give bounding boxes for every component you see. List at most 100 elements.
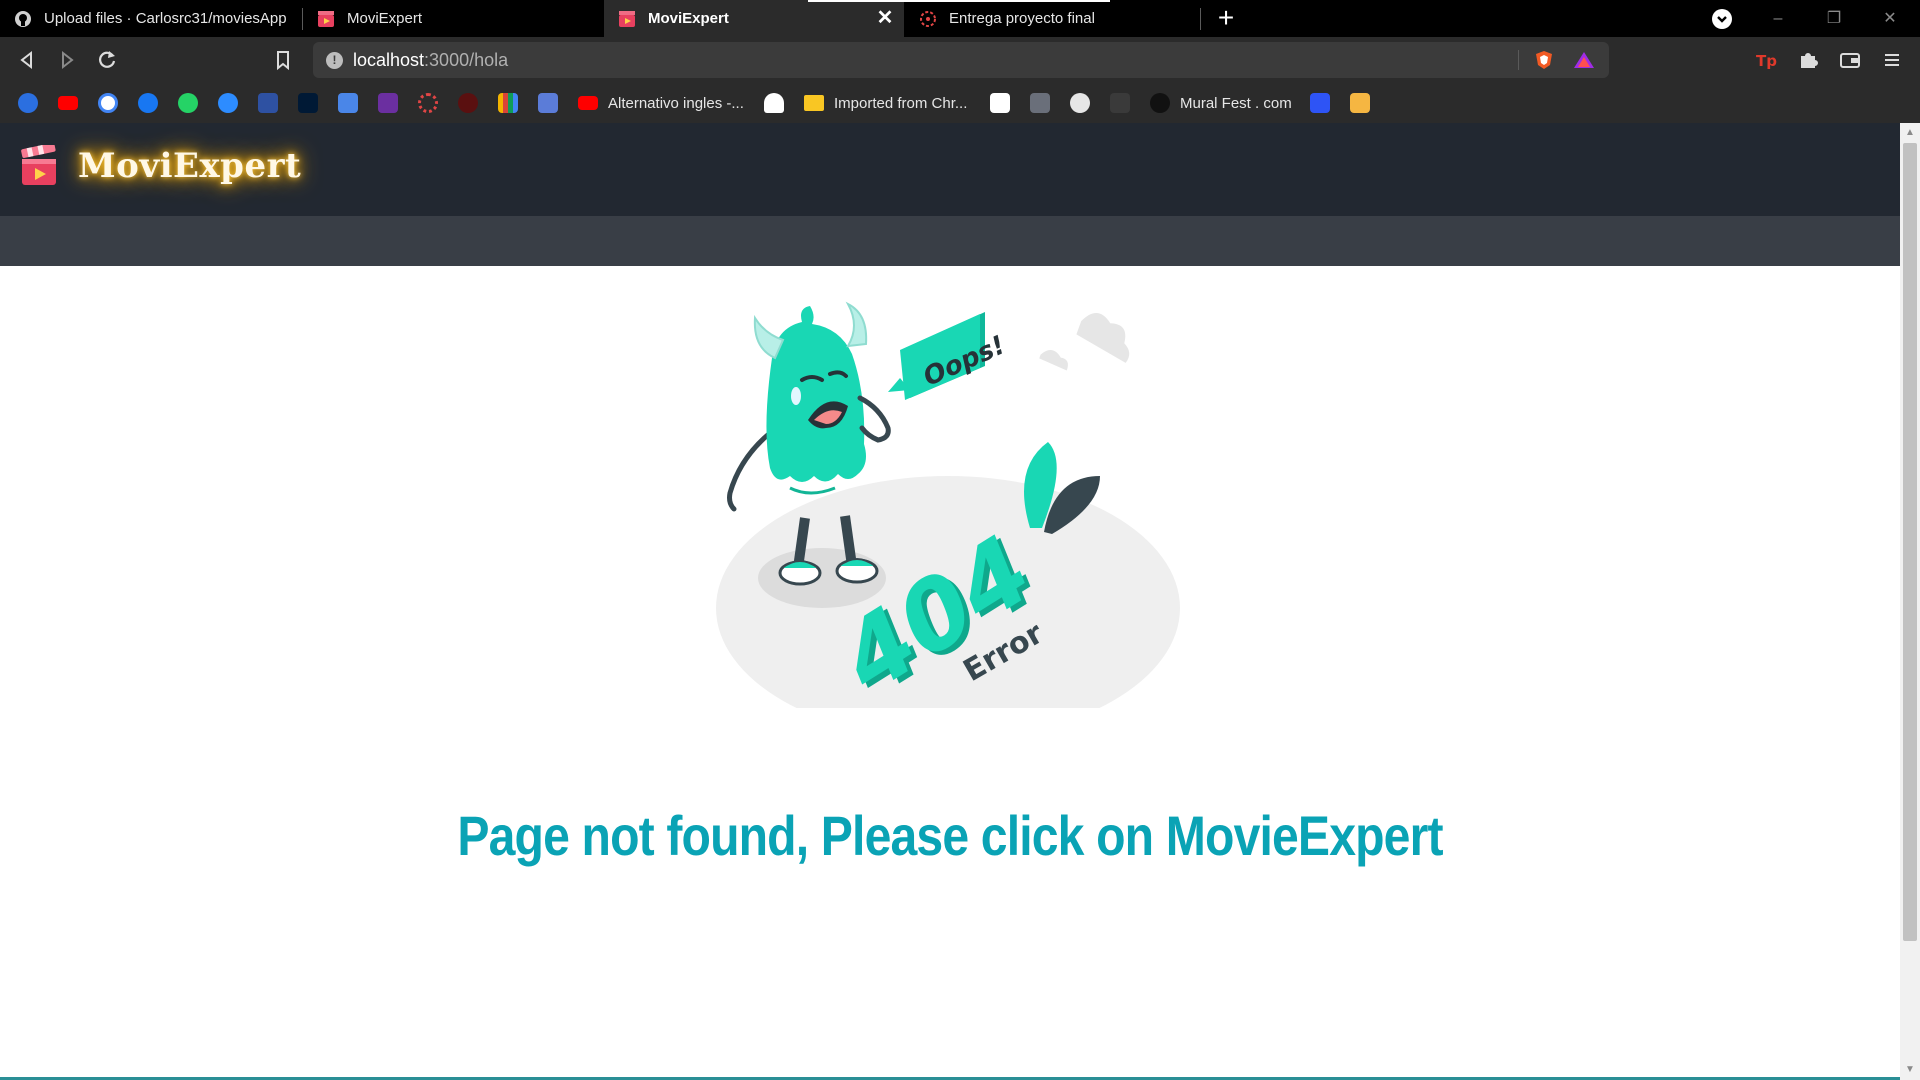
tab-title: MoviExpert <box>648 10 729 27</box>
error-404-illustration: Oops! 404 404 Error <box>716 301 1180 708</box>
bookmark-item[interactable] <box>538 91 558 115</box>
bookmark-label: Imported from Chr... <box>834 94 968 112</box>
bookmark-icon[interactable] <box>270 47 296 73</box>
tab-moviexpert-active[interactable]: MoviExpert ✕ <box>604 0 1110 37</box>
bookmark-item[interactable] <box>498 91 518 115</box>
scroll-thumb[interactable] <box>1903 143 1917 941</box>
brand-link[interactable]: MoviExpert <box>20 145 301 187</box>
bookmark-item[interactable] <box>378 91 398 115</box>
bookmark-item[interactable] <box>138 91 158 115</box>
omnibox-divider <box>1518 50 1519 70</box>
platzi-icon <box>418 93 438 113</box>
bookmark-item[interactable] <box>58 91 78 115</box>
bookmark-item[interactable] <box>764 91 784 115</box>
wallet-icon[interactable] <box>1837 47 1863 73</box>
tab-github[interactable]: Upload files · Carlosrc31/moviesApp <box>0 0 302 37</box>
tab-title: Entrega proyecto final <box>949 10 1095 27</box>
translate-icon <box>338 93 358 113</box>
anime-site-icon <box>378 93 398 113</box>
tab-search-icon[interactable] <box>1712 9 1732 29</box>
google-icon <box>98 93 118 113</box>
reload-icon[interactable] <box>94 47 120 73</box>
tab-title: MoviExpert <box>347 10 423 27</box>
art-icon <box>1030 93 1050 113</box>
extensions-puzzle-icon[interactable] <box>1795 47 1821 73</box>
globe-icon <box>1070 93 1090 113</box>
cat-icon <box>764 93 784 113</box>
myanimelist-icon <box>258 93 278 113</box>
bookmark-item[interactable] <box>458 91 478 115</box>
bookmark-item[interactable] <box>1030 91 1050 115</box>
forward-icon[interactable] <box>54 47 80 73</box>
bookmark-item[interactable] <box>338 91 358 115</box>
red-site-icon <box>458 93 478 113</box>
moviexpert-favicon <box>619 10 635 27</box>
bookmark-item[interactable] <box>418 91 438 115</box>
url-host: localhost <box>353 50 425 70</box>
new-tab-button[interactable]: + <box>1212 4 1240 33</box>
moviexpert-favicon <box>318 10 334 27</box>
brand-name: MoviExpert <box>78 146 302 186</box>
bookmark-item[interactable] <box>1310 91 1330 115</box>
restore-button[interactable]: ❐ <box>1814 5 1854 33</box>
mural-fest-icon <box>1150 93 1170 113</box>
bookmark-item[interactable] <box>98 91 118 115</box>
tab-close-button[interactable]: ✕ <box>874 7 896 29</box>
messenger-icon <box>218 93 238 113</box>
svg-text:Tp: Tp <box>1756 52 1777 70</box>
youtube-icon <box>578 96 598 110</box>
bookmark-item[interactable] <box>18 91 38 115</box>
page-scrollbar[interactable]: ▲ ▼ <box>1900 123 1920 1080</box>
minimize-button[interactable]: – <box>1758 5 1798 33</box>
cloud-icon <box>1039 313 1130 371</box>
bookmark-mural-fest[interactable]: Mural Fest . com <box>1150 91 1292 115</box>
tp-extension-icon[interactable]: Tp <box>1754 47 1780 73</box>
bookmark-youtube-ingles[interactable]: Alternativo ingles -... <box>578 91 744 115</box>
bookmark-item[interactable] <box>178 91 198 115</box>
page-viewport: MoviExpert Oops! 404 404 Error Page not … <box>0 123 1900 1080</box>
platzi-favicon <box>920 10 936 27</box>
navbar: MoviExpert <box>0 123 1900 216</box>
bookmark-item[interactable] <box>990 91 1010 115</box>
url-path: :3000/hola <box>424 50 509 70</box>
bookmark-item[interactable] <box>218 91 238 115</box>
canva-icon <box>18 93 38 113</box>
bookmark-item[interactable] <box>298 91 318 115</box>
tab-entrega[interactable]: Entrega proyecto final <box>905 0 1200 37</box>
bookmark-item[interactable] <box>1070 91 1090 115</box>
tab-moviexpert[interactable]: MoviExpert <box>303 0 603 37</box>
clapperboard-icon <box>21 145 56 185</box>
tab-title: Upload files · Carlosrc31/moviesApp <box>44 10 287 27</box>
scroll-up-arrow[interactable]: ▲ <box>1904 127 1916 139</box>
bookmark-item[interactable] <box>1110 91 1130 115</box>
bookmark-item[interactable] <box>1350 91 1370 115</box>
facebook-icon <box>138 93 158 113</box>
bars-icon <box>498 93 518 113</box>
bookmark-label: Mural Fest . com <box>1180 94 1292 112</box>
tumblr-icon <box>298 93 318 113</box>
menu-icon[interactable] <box>1879 47 1905 73</box>
back-icon[interactable] <box>14 47 40 73</box>
close-window-button[interactable]: ✕ <box>1870 5 1910 33</box>
bookmarks-bar: Alternativo ingles -... Imported from Ch… <box>0 83 1920 123</box>
calendar-icon <box>538 93 558 113</box>
tab-separator <box>1200 8 1201 30</box>
bookmark-item[interactable] <box>258 91 278 115</box>
url-text[interactable]: localhost:3000/hola <box>353 50 508 71</box>
not-found-message: Page not found, Please click on MovieExp… <box>457 804 1443 867</box>
site-info-icon[interactable]: ! <box>326 52 343 69</box>
character-icon <box>1350 93 1370 113</box>
bookmark-folder-imported[interactable]: Imported from Chr... <box>804 91 967 115</box>
github-icon <box>15 10 31 27</box>
tab-strip: Upload files · Carlosrc31/moviesApp Movi… <box>0 0 1920 37</box>
address-bar[interactable]: ! localhost:3000/hola <box>313 42 1609 78</box>
m-icon <box>1110 93 1130 113</box>
bm-square-icon <box>990 93 1010 113</box>
scroll-down-arrow[interactable]: ▼ <box>1904 1064 1916 1076</box>
bookmark-label: Alternativo ingles -... <box>608 94 744 112</box>
whatsapp-icon <box>178 93 198 113</box>
youtube-icon <box>58 96 78 110</box>
brave-shields-icon[interactable] <box>1533 49 1555 71</box>
folder-icon <box>804 95 824 111</box>
brave-rewards-icon[interactable] <box>1573 50 1595 70</box>
